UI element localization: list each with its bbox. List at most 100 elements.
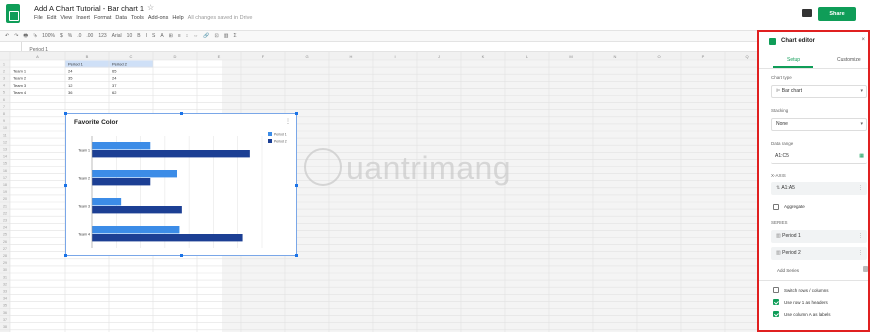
- row-number: 37: [3, 318, 7, 322]
- menu-item[interactable]: Edit: [47, 15, 56, 21]
- series-item[interactable]: ▥ Period 1 ⋮: [771, 230, 867, 243]
- x-axis-value: A1:A5: [781, 185, 795, 191]
- menu-item[interactable]: Insert: [76, 15, 90, 21]
- tab-customize[interactable]: Customize: [837, 57, 861, 63]
- use-row-headers-checkbox[interactable]: [773, 299, 779, 305]
- grid-select-icon[interactable]: [863, 266, 868, 272]
- menu-item[interactable]: View: [60, 15, 72, 21]
- document-title[interactable]: Add A Chart Tutorial - Bar chart 1: [34, 4, 144, 13]
- menu-item[interactable]: Format: [94, 15, 111, 21]
- toolbar-button[interactable]: Arial: [112, 33, 122, 39]
- more-icon[interactable]: ⋮: [858, 231, 863, 242]
- row-number: 4: [3, 84, 5, 88]
- cell-value: 24: [68, 69, 73, 74]
- row-number: 20: [3, 197, 7, 201]
- row-number: 23: [3, 219, 7, 223]
- save-status: All changes saved in Drive: [187, 15, 253, 21]
- cell-value: 36: [68, 90, 73, 95]
- bar: [92, 150, 250, 158]
- toolbar-button[interactable]: ⮷: [33, 33, 37, 39]
- row-number: 34: [3, 297, 7, 301]
- toolbar-button[interactable]: Σ: [233, 33, 236, 39]
- data-range-input[interactable]: A1:C5 ▦: [771, 151, 867, 164]
- row-number: 29: [3, 261, 7, 265]
- toolbar-button[interactable]: ▥: [224, 33, 229, 39]
- row-number: 10: [3, 126, 7, 130]
- legend-label: Period 2: [274, 140, 287, 144]
- formula-bar[interactable]: Period 1: [0, 42, 757, 53]
- menu-item[interactable]: Tools: [131, 15, 144, 21]
- toolbar-button[interactable]: .00: [86, 33, 93, 39]
- switch-rows-checkbox[interactable]: [773, 287, 779, 293]
- toolbar-button[interactable]: ↕: [186, 33, 189, 39]
- toolbar-button[interactable]: $: [60, 33, 63, 39]
- menu-item[interactable]: Help: [172, 15, 183, 21]
- grid-select-icon[interactable]: ▦: [859, 151, 864, 162]
- toolbar-button[interactable]: 🖶: [23, 33, 28, 39]
- row-number: 26: [3, 240, 7, 244]
- toolbar-button[interactable]: B: [137, 33, 140, 39]
- cell-value: Team 3: [13, 83, 27, 88]
- star-icon[interactable]: ☆: [147, 3, 154, 12]
- series-name: Period 2: [782, 250, 801, 256]
- series-label: SERIES: [771, 220, 788, 225]
- stacking-select[interactable]: None ▾: [771, 118, 867, 131]
- chart-plot: Team 1 Team 2 Team 3 Team 4 Period 1 Period 2: [78, 132, 287, 248]
- row-number: 18: [3, 183, 7, 187]
- toolbar-button[interactable]: A: [160, 33, 163, 39]
- column-header: C: [130, 54, 133, 59]
- category-label: Team 2: [78, 177, 90, 181]
- column-header: N: [614, 54, 617, 59]
- more-icon[interactable]: ⋮: [858, 248, 863, 259]
- toolbar-button[interactable]: 🔗: [203, 33, 209, 39]
- toolbar-button[interactable]: ↶: [5, 33, 9, 39]
- toolbar-button[interactable]: S: [152, 33, 155, 39]
- stacking-value: None: [776, 121, 788, 127]
- bar-chart[interactable]: Favorite Color ⋮ Team 1 Team 2 Team 3 Team …: [64, 112, 298, 257]
- switch-rows-label: Switch rows / columns: [784, 288, 829, 293]
- chart-type-value: Bar chart: [781, 88, 803, 94]
- menu-item[interactable]: File: [34, 15, 43, 21]
- chart-type-label: Chart type: [771, 75, 792, 80]
- column-header: Q: [745, 54, 748, 59]
- sheets-logo-icon[interactable]: [6, 4, 20, 23]
- legend-label: Period 1: [274, 133, 287, 137]
- toolbar-button[interactable]: 10: [127, 33, 133, 39]
- grid-shaded-area: [222, 52, 757, 332]
- chart-type-select[interactable]: ⊫ Bar chart ▾: [771, 85, 867, 98]
- aggregate-checkbox[interactable]: [773, 204, 779, 210]
- toolbar-button[interactable]: ⊡: [215, 33, 219, 39]
- x-axis-field[interactable]: ⇅ A1:A5 ⋮: [771, 182, 867, 195]
- toolbar-button[interactable]: I: [146, 33, 147, 39]
- toolbar-button[interactable]: ≡: [178, 33, 181, 39]
- category-label: Team 3: [78, 205, 90, 209]
- bar: [92, 206, 182, 214]
- more-icon[interactable]: ⋮: [858, 183, 863, 194]
- add-series-button[interactable]: Add Series: [777, 268, 799, 273]
- toolbar-button[interactable]: ⊞: [169, 33, 173, 39]
- close-icon[interactable]: ×: [861, 37, 865, 43]
- comments-icon[interactable]: [802, 9, 812, 17]
- row-number: 19: [3, 190, 7, 194]
- toolbar-button[interactable]: .0: [77, 33, 81, 39]
- toolbar-button[interactable]: 123: [98, 33, 106, 39]
- share-button[interactable]: Share: [818, 7, 856, 21]
- row-number: 27: [3, 247, 7, 251]
- toolbar-button[interactable]: ⇔: [193, 33, 198, 39]
- column-header: D: [174, 54, 177, 59]
- row-number: 21: [3, 204, 7, 208]
- tab-setup[interactable]: Setup: [787, 57, 800, 63]
- toolbar-button[interactable]: 100%: [42, 33, 55, 39]
- row-number: 6: [3, 98, 5, 102]
- cell-value: Team 4: [13, 90, 27, 95]
- use-column-labels-checkbox[interactable]: [773, 311, 779, 317]
- bar: [92, 234, 243, 242]
- menu-item[interactable]: Data: [115, 15, 127, 21]
- toolbar-button[interactable]: %: [68, 33, 72, 39]
- series-item[interactable]: ▥ Period 2 ⋮: [771, 247, 867, 260]
- menu-item[interactable]: Add-ons: [148, 15, 169, 21]
- row-number: 1: [3, 62, 5, 66]
- x-axis-label: X-AXIS: [771, 173, 786, 178]
- row-number: 12: [3, 140, 7, 144]
- toolbar-button[interactable]: ↷: [14, 33, 18, 39]
